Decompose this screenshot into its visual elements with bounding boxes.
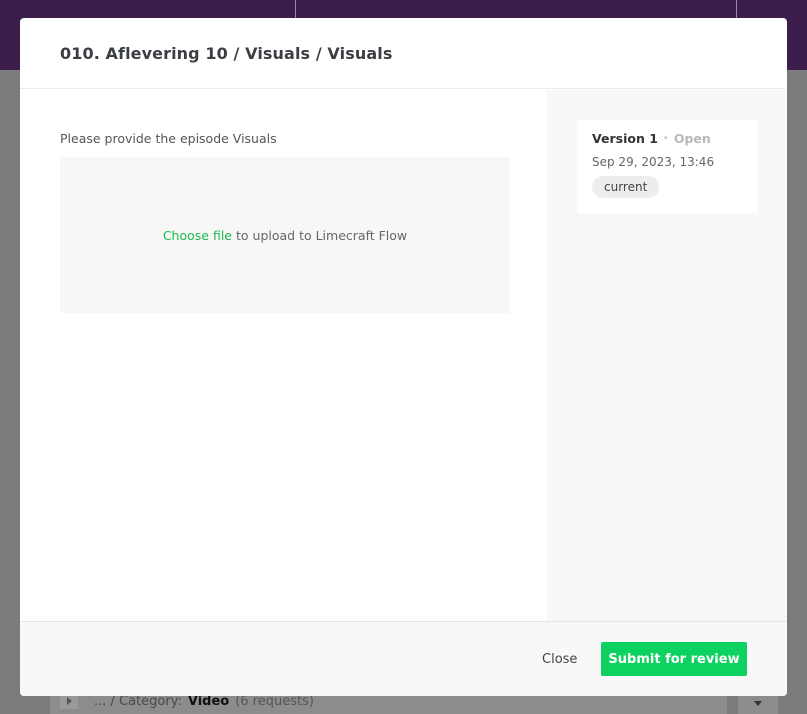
version-date: Sep 29, 2023, 13:46 — [592, 155, 715, 169]
submit-for-review-button[interactable]: Submit for review — [601, 642, 747, 676]
modal-body: Please provide the episode Visuals Choos… — [20, 90, 787, 621]
version-header: Version 1 • Open — [592, 131, 742, 146]
version-label: Version 1 — [592, 131, 658, 146]
modal-footer: Close Submit for review — [20, 621, 787, 696]
version-status: Open — [673, 131, 711, 146]
modal-title: 010. Aflevering 10 / Visuals / Visuals — [60, 43, 393, 63]
versions-pane: Version 1 • Open Sep 29, 2023, 13:46 cur… — [547, 90, 787, 621]
topbar-divider — [295, 0, 296, 18]
choose-file-link[interactable]: Choose file — [163, 228, 232, 243]
upload-prompt: Please provide the episode Visuals — [60, 131, 277, 146]
close-button[interactable]: Close — [530, 642, 589, 676]
current-badge: current — [592, 176, 660, 198]
upload-pane: Please provide the episode Visuals Choos… — [20, 90, 547, 621]
upload-modal: 010. Aflevering 10 / Visuals / Visuals P… — [20, 18, 787, 696]
upload-hint: to upload to Limecraft Flow — [236, 227, 408, 243]
version-card[interactable]: Version 1 • Open Sep 29, 2023, 13:46 cur… — [577, 120, 757, 213]
modal-header: 010. Aflevering 10 / Visuals / Visuals — [20, 18, 787, 89]
topbar-divider — [736, 0, 737, 18]
file-dropzone[interactable]: Choose file to upload to Limecraft Flow — [60, 157, 510, 313]
chevron-down-icon — [754, 701, 762, 706]
status-separator: • — [662, 133, 669, 144]
